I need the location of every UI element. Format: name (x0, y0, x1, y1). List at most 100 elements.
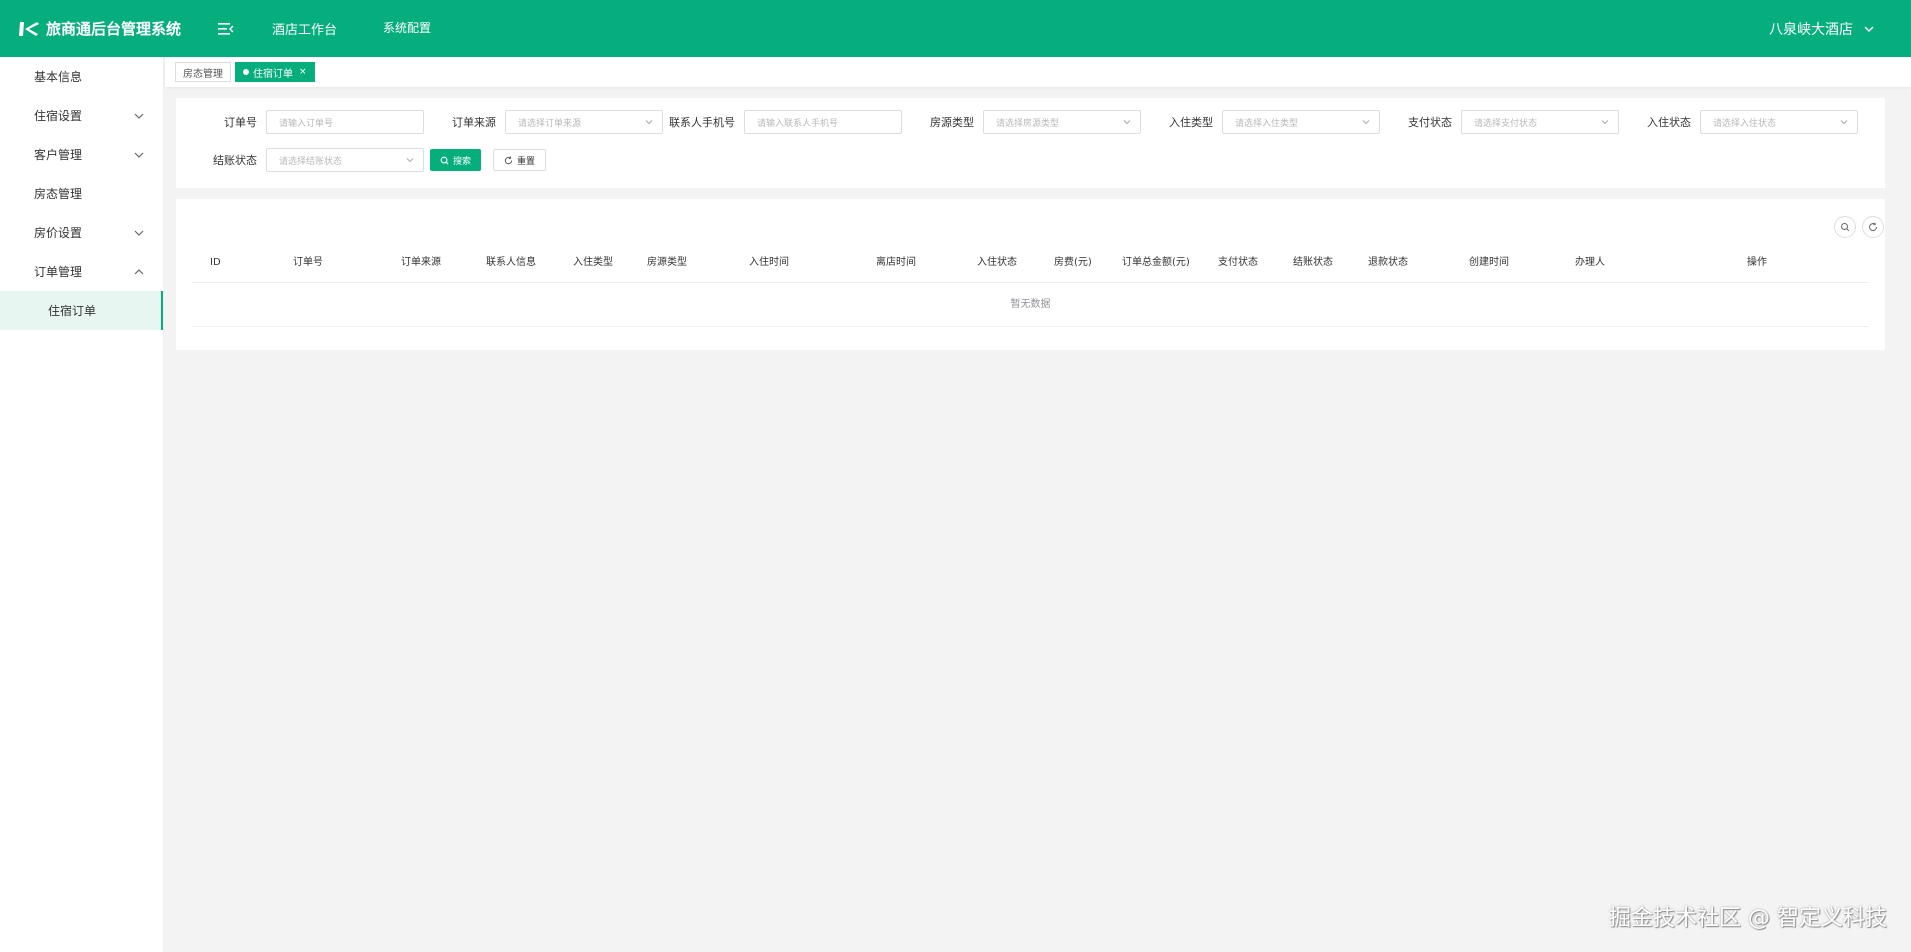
app-title: 旅商通后台管理系统 (46, 20, 182, 38)
placeholder: 请选择订单来源 (518, 118, 582, 129)
field-label: 联系人手机号 (669, 116, 735, 129)
top-nav: 酒店工作台 系统配置 (272, 19, 477, 38)
search-panel: 订单号 请输入订单号 订单来源 请选择订单来源 联系人手机号 请输入联系人手机号… (176, 98, 1885, 188)
table-panel: ID 订单号 订单来源 联系人信息 入住类型 房源类型 入住时间 离店时间 入住… (176, 199, 1885, 350)
tab-bar: 房态管理 住宿订单 × (165, 57, 1911, 87)
chevron-down-icon (134, 113, 144, 119)
topnav-hotel-workbench[interactable]: 酒店工作台 (272, 19, 337, 38)
field-contact-phone: 联系人手机号 请输入联系人手机号 (654, 110, 902, 134)
chevron-down-icon (1840, 120, 1848, 125)
sidebar-item-customer[interactable]: 客户管理 (0, 135, 163, 174)
reset-button[interactable]: 重置 (493, 149, 547, 171)
menu-fold-icon[interactable] (216, 19, 236, 39)
order-no-input[interactable]: 请输入订单号 (266, 110, 424, 134)
field-label: 支付状态 (1408, 116, 1452, 129)
chevron-down-icon (1601, 120, 1609, 125)
column-header: 订单来源 (401, 257, 441, 268)
refresh-table-button[interactable] (1862, 216, 1884, 238)
placeholder: 请选择结账状态 (279, 156, 343, 167)
toggle-search-button[interactable] (1834, 216, 1856, 238)
column-header: 房费(元) (1054, 257, 1092, 268)
active-dot-icon (243, 69, 249, 75)
search-button[interactable]: 搜索 (430, 149, 482, 171)
logo-mark-icon (19, 21, 39, 36)
sidebar-item-lodging-settings[interactable]: 住宿设置 (0, 96, 163, 135)
sidebar-item-room-price[interactable]: 房价设置 (0, 213, 163, 252)
search-icon (440, 156, 449, 164)
column-header: 订单号 (293, 257, 323, 268)
field-checkin-status: 入住状态 请选择入住状态 (1610, 110, 1858, 134)
column-header: 订单总金额(元) (1122, 257, 1190, 268)
tab-label: 房态管理 (183, 68, 223, 80)
field-label: 房源类型 (930, 116, 974, 129)
sidebar-item-room-status[interactable]: 房态管理 (0, 174, 163, 213)
tab-lodging-orders[interactable]: 住宿订单 × (235, 62, 315, 82)
column-header: 结账状态 (1293, 257, 1333, 268)
column-header: ID (210, 257, 221, 268)
sidebar-item-orders[interactable]: 订单管理 (0, 252, 163, 291)
chevron-down-icon (1864, 26, 1874, 32)
placeholder: 请选择入住状态 (1713, 118, 1777, 129)
close-icon[interactable]: × (299, 67, 307, 77)
checkin-type-select[interactable]: 请选择入住类型 (1222, 110, 1380, 134)
checkout-status-select[interactable]: 请选择结账状态 (266, 148, 424, 172)
chevron-up-icon (134, 268, 144, 274)
chevron-down-icon (1123, 120, 1131, 125)
table-empty-row: 暂无数据 (192, 283, 1869, 327)
chevron-down-icon (1362, 120, 1370, 125)
placeholder: 请输入联系人手机号 (757, 118, 839, 129)
column-header: 入住类型 (573, 257, 613, 268)
sidebar-item-label: 房态管理 (34, 187, 83, 201)
sidebar: 基本信息 住宿设置 客户管理 房态管理 房价设置 订单管理 住宿订单 (0, 57, 164, 952)
column-header: 办理人 (1575, 257, 1605, 268)
field-order-no: 订单号 请输入订单号 (176, 110, 424, 134)
top-header: 旅商通后台管理系统 酒店工作台 系统配置 八泉峡大酒店 (0, 0, 1911, 57)
order-source-select[interactable]: 请选择订单来源 (505, 110, 663, 134)
hotel-name: 八泉峡大酒店 (1769, 21, 1853, 38)
topnav-system-config[interactable]: 系统配置 (383, 19, 431, 38)
hotel-switcher[interactable]: 八泉峡大酒店 (1769, 0, 1875, 57)
column-header: 创建时间 (1469, 257, 1509, 268)
placeholder: 请选择入住类型 (1235, 118, 1299, 129)
sidebar-item-label: 订单管理 (34, 265, 83, 279)
field-room-source-type: 房源类型 请选择房源类型 (893, 110, 1141, 134)
sidebar-item-label: 住宿订单 (48, 304, 97, 318)
column-header: 操作 (1747, 257, 1767, 268)
field-order-source: 订单来源 请选择订单来源 (415, 110, 663, 134)
search-button-label: 搜索 (453, 156, 472, 167)
payment-status-select[interactable]: 请选择支付状态 (1461, 110, 1619, 134)
reset-button-label: 重置 (517, 156, 536, 167)
refresh-icon (504, 156, 513, 164)
field-label: 订单来源 (452, 116, 496, 129)
placeholder: 请输入订单号 (279, 118, 334, 129)
field-label: 入住类型 (1169, 116, 1213, 129)
logo: 旅商通后台管理系统 (18, 18, 198, 39)
placeholder: 请选择支付状态 (1474, 118, 1538, 129)
field-label: 入住状态 (1647, 116, 1691, 129)
watermark: 掘金技术社区 @ 智定义科技 (1609, 906, 1887, 931)
tab-room-status[interactable]: 房态管理 (175, 62, 231, 82)
field-payment-status: 支付状态 请选择支付状态 (1371, 110, 1619, 134)
sidebar-item-label: 客户管理 (34, 148, 83, 162)
placeholder: 请选择房源类型 (996, 118, 1060, 129)
room-source-type-select[interactable]: 请选择房源类型 (983, 110, 1141, 134)
field-checkout-status: 结账状态 请选择结账状态 (176, 148, 424, 172)
column-header: 退款状态 (1368, 257, 1408, 268)
field-checkin-type: 入住类型 请选择入住类型 (1132, 110, 1380, 134)
column-header: 入住时间 (749, 257, 789, 268)
field-label: 订单号 (224, 116, 257, 129)
table-header: ID 订单号 订单来源 联系人信息 入住类型 房源类型 入住时间 离店时间 入住… (192, 243, 1869, 283)
sidebar-item-label: 基本信息 (34, 70, 83, 84)
column-header: 联系人信息 (486, 257, 536, 268)
sidebar-item-lodging-orders[interactable]: 住宿订单 (0, 291, 163, 330)
empty-text: 暂无数据 (1010, 299, 1051, 310)
chevron-down-icon (134, 230, 144, 236)
chevron-down-icon (645, 120, 653, 125)
column-header: 入住状态 (977, 257, 1017, 268)
field-label: 结账状态 (213, 154, 257, 167)
sidebar-item-basic-info[interactable]: 基本信息 (0, 57, 163, 96)
sidebar-item-label: 房价设置 (34, 226, 83, 240)
contact-phone-input[interactable]: 请输入联系人手机号 (744, 110, 902, 134)
checkin-status-select[interactable]: 请选择入住状态 (1700, 110, 1858, 134)
refresh-icon (1869, 222, 1878, 232)
